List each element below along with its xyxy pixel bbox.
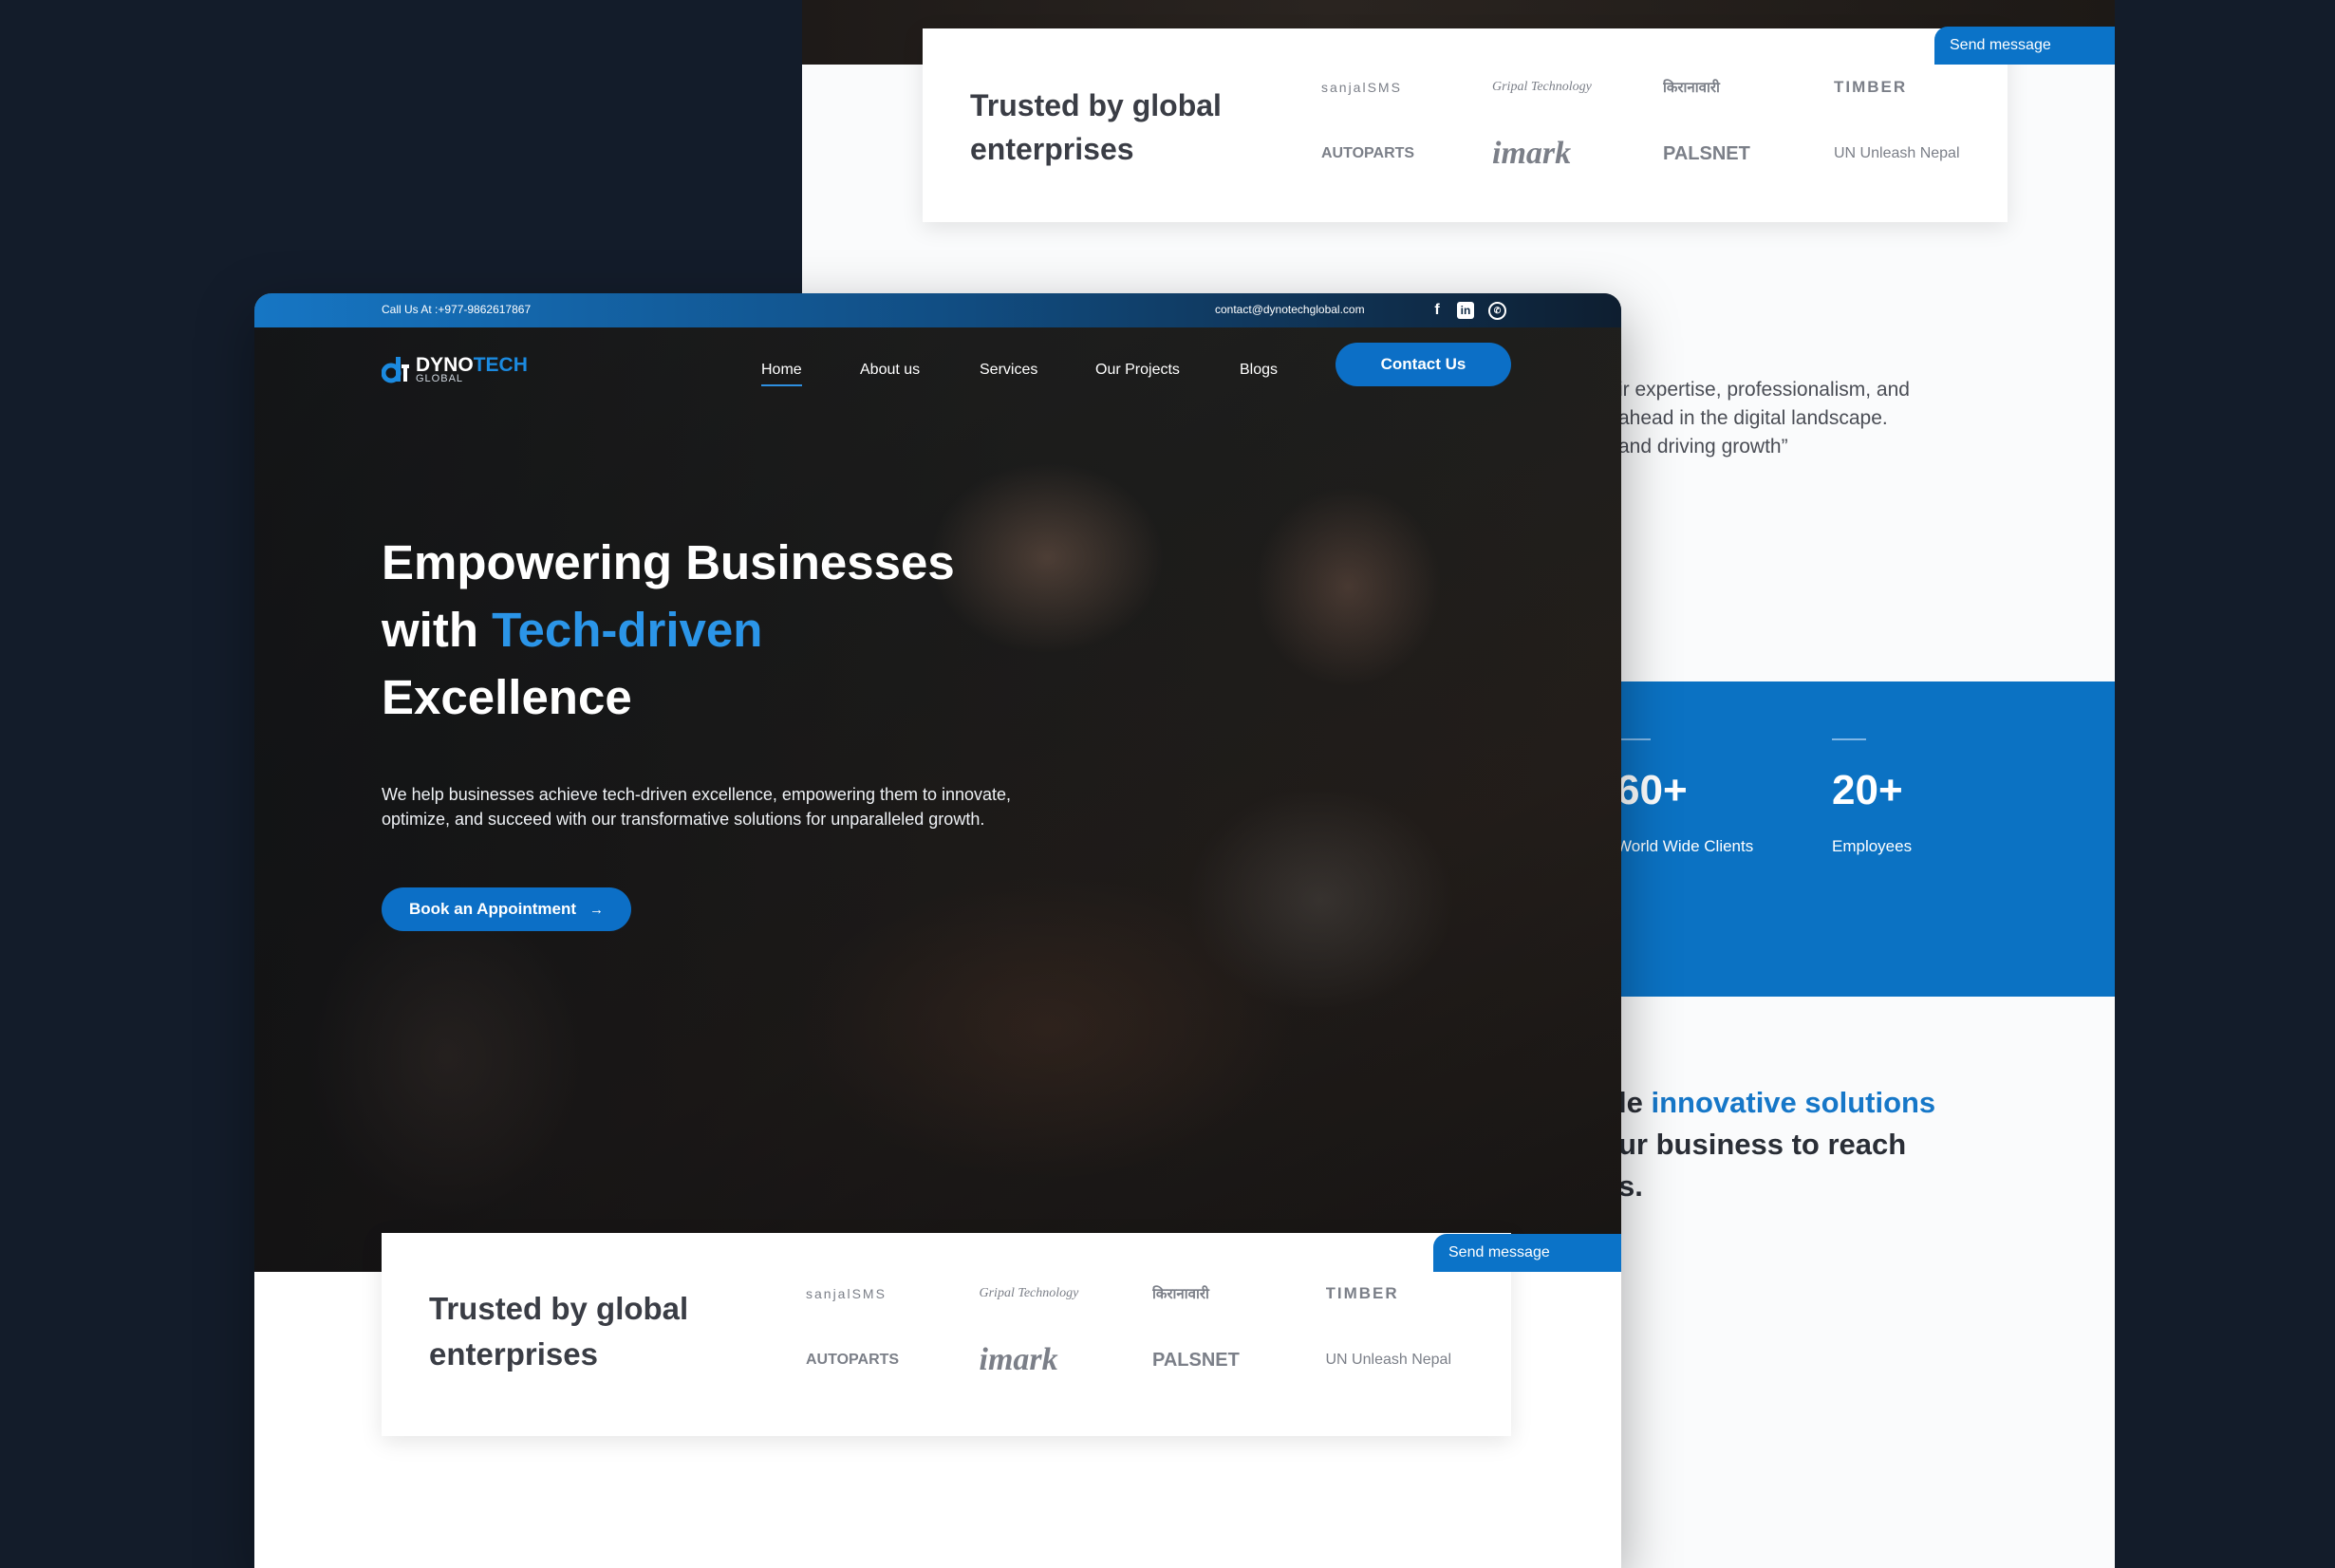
logo-imark: imark	[979, 1342, 1058, 1377]
dynotech-logo-icon	[381, 355, 410, 383]
facebook-icon[interactable]: f	[1428, 301, 1447, 320]
hero-description: We help businesses achieve tech-driven e…	[382, 785, 1012, 829]
nav-services[interactable]: Services	[980, 362, 1037, 379]
stat-divider	[1616, 738, 1651, 740]
logo-sanjal-sms: sanjalSMS	[1321, 80, 1402, 95]
nav-home[interactable]: Home	[761, 362, 802, 386]
logo-autoparts: AUTOPARTS	[1321, 145, 1415, 161]
phone-number[interactable]: Call Us At :+977-9862617867	[382, 303, 531, 316]
back-trusted-title: Trusted by global enterprises	[970, 88, 1222, 167]
send-message-button[interactable]: Send message	[1433, 1234, 1621, 1272]
quote-line: ir expertise, professionalism, and	[1618, 379, 1910, 401]
logo-sanjal-sms: sanjalSMS	[806, 1286, 887, 1301]
trusted-card: Trusted by global enterprises sanjalSMS …	[382, 1233, 1511, 1436]
brand-name-part2: TECH	[473, 353, 528, 376]
tagline-text: ur business to reach	[1618, 1128, 1907, 1161]
quote-line: and driving growth”	[1618, 436, 1788, 457]
cta-label: Book an Appointment	[409, 900, 576, 918]
email-address[interactable]: contact@dynotechglobal.com	[1215, 303, 1365, 316]
tagline-highlight: innovative solutions	[1651, 1086, 1936, 1119]
brand-logo[interactable]: DYNOTECH GLOBAL	[381, 348, 528, 390]
logo-timber: TIMBER	[1834, 78, 1908, 96]
tagline-text: le	[1618, 1086, 1652, 1119]
logo-un-nepal: UN Unleash Nepal	[1325, 1352, 1452, 1368]
logo-palsnet: PALSNET	[1152, 1349, 1240, 1371]
back-tagline: le innovative solutions ur business to r…	[1618, 1082, 2093, 1207]
linkedin-icon[interactable]: in	[1457, 302, 1474, 319]
back-logo-grid: sanjalSMS Gripal Technology किरानावारी T…	[1321, 68, 1986, 173]
logo-un-nepal: UN Unleash Nepal	[1834, 145, 1960, 161]
stat-clients-label: World Wide Clients	[1616, 837, 1754, 855]
nav-about-us[interactable]: About us	[860, 362, 920, 379]
headline-line: Empowering Businesses	[382, 535, 955, 589]
logo-gripal-technology: Gripal Technology	[1492, 80, 1592, 94]
hero-headline: Empowering Businesses with Tech-driven E…	[382, 529, 1046, 731]
book-appointment-button[interactable]: Book an Appointment →	[382, 887, 631, 931]
home-page-preview: Call Us At :+977-9862617867 contact@dyno…	[254, 293, 1621, 1568]
headline-line: Excellence	[382, 670, 632, 724]
whatsapp-icon[interactable]: ✆	[1488, 302, 1506, 320]
logo-autoparts: AUTOPARTS	[806, 1352, 900, 1368]
nav-blogs[interactable]: Blogs	[1240, 362, 1278, 379]
nav-our-projects[interactable]: Our Projects	[1095, 362, 1180, 379]
headline-text: with	[382, 603, 493, 657]
back-send-message-button[interactable]: Send message	[1934, 27, 2115, 65]
stat-employees-label: Employees	[1832, 837, 1913, 855]
trusted-title: Trusted by global enterprises	[429, 1291, 689, 1372]
back-testimonial-quote: ir expertise, professionalism, and ahead…	[1618, 376, 2093, 461]
logo-kirana: किरानावारी	[1663, 80, 1720, 96]
stat-divider	[1832, 738, 1866, 740]
logo-timber: TIMBER	[1325, 1284, 1399, 1302]
stat-clients-value: 60+	[1616, 767, 1688, 813]
client-logo-grid: sanjalSMS Gripal Technology किरानावारी T…	[806, 1275, 1480, 1379]
logo-imark: imark	[1492, 136, 1572, 171]
tagline-text: s.	[1618, 1169, 1643, 1203]
stat-employees-value: 20+	[1832, 767, 1903, 813]
logo-kirana: किरानावारी	[1152, 1286, 1209, 1302]
back-trusted-card: Trusted by global enterprises sanjalSMS …	[923, 28, 2008, 222]
headline-highlight: Tech-driven	[492, 603, 763, 657]
logo-palsnet: PALSNET	[1663, 142, 1750, 164]
arrow-right-icon: →	[588, 901, 604, 918]
top-contact-bar: Call Us At :+977-9862617867 contact@dyno…	[254, 293, 1621, 327]
logo-gripal-technology: Gripal Technology	[979, 1286, 1079, 1300]
quote-line: ahead in the digital landscape.	[1618, 407, 1888, 429]
contact-us-button[interactable]: Contact Us	[1336, 343, 1511, 386]
